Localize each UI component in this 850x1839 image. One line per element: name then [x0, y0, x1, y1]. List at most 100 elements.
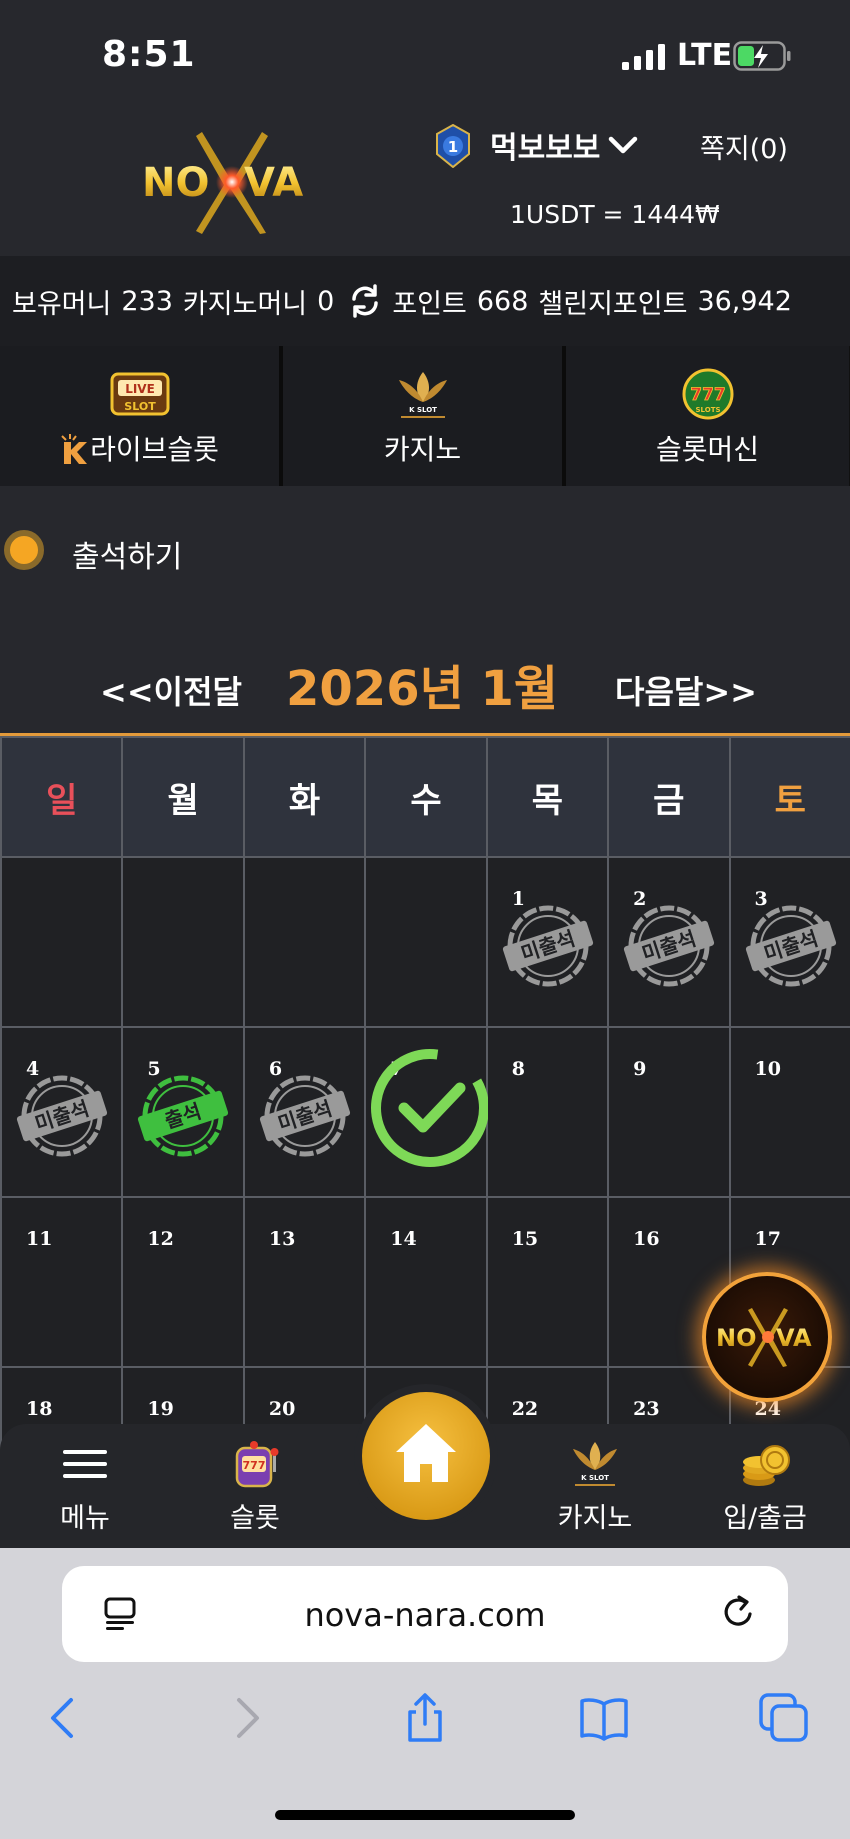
username[interactable]: 먹보보보	[490, 123, 600, 167]
day-number: 13	[268, 1228, 296, 1250]
calendar-day-5[interactable]: 5 출석	[121, 1026, 245, 1198]
svg-text:777: 777	[690, 385, 726, 405]
day-number: 16	[633, 1228, 660, 1250]
calendar-day-7[interactable]: 7	[364, 1026, 490, 1198]
day-number: 19	[147, 1398, 174, 1420]
calendar-day-15[interactable]: 15	[485, 1196, 610, 1368]
next-month-button[interactable]: 다음달>>	[615, 667, 757, 713]
site-header: NO VA 1 먹보보보 쪽지(0) 1USDT = 1444₩	[0, 110, 850, 256]
challenge-point-value: 36,942	[697, 285, 792, 317]
refresh-icon[interactable]	[348, 284, 382, 318]
category-menu: LIVE SLOT 라이브슬롯 K SLOT 카지노 777 SLOTS 슬롯머…	[0, 346, 850, 486]
share-icon[interactable]	[399, 1692, 451, 1744]
svg-text:VA: VA	[776, 1324, 812, 1352]
floating-nova-button[interactable]: NO VA	[702, 1272, 832, 1402]
calendar-day-11[interactable]: 11	[0, 1196, 124, 1368]
stamp-label: 미출석	[639, 926, 699, 966]
casino-money-label: 카지노머니	[182, 288, 308, 320]
svg-text:SLOT: SLOT	[124, 400, 156, 413]
calendar-day-12[interactable]: 12	[121, 1196, 245, 1368]
status-time: 8:51	[102, 34, 196, 75]
weekday-header: 일월화수목금토	[0, 736, 850, 858]
nova-logo-icon: NO VA	[716, 1308, 812, 1367]
nav-slot[interactable]: 777 슬롯	[170, 1424, 340, 1548]
svg-text:SLOTS: SLOTS	[695, 406, 720, 414]
home-icon	[396, 1424, 456, 1482]
stamp-label: 미출석	[761, 926, 821, 966]
category-slot-machine-label: 슬롯머신	[655, 433, 760, 466]
coins-icon	[743, 1445, 790, 1486]
category-live-slot-label: 라이브슬롯	[90, 433, 219, 466]
calendar-day-8[interactable]: 8	[485, 1026, 610, 1198]
calendar-day-3[interactable]: 3 미출석	[728, 856, 850, 1028]
messages-link[interactable]: 쪽지(0)	[700, 127, 788, 166]
calendar-day-2[interactable]: 2 미출석	[607, 856, 731, 1028]
absent-stamp: 미출석	[624, 905, 715, 987]
day-number: 23	[633, 1398, 660, 1420]
challenge-point-label: 챌린지포인트	[538, 288, 688, 320]
absent-stamp: 미출석	[745, 905, 836, 987]
svg-text:K SLOT: K SLOT	[581, 1474, 609, 1482]
reload-icon[interactable]	[720, 1594, 758, 1632]
current-month: 2026년 1월	[286, 661, 559, 717]
calendar-day-6[interactable]: 6 미출석	[242, 1026, 367, 1198]
point-label: 포인트	[392, 288, 467, 320]
battery-charging-icon	[733, 41, 791, 71]
calendar-day-10[interactable]: 10	[728, 1026, 850, 1198]
weekday-2: 화	[242, 736, 367, 858]
slot-machine-icon: 777	[235, 1441, 279, 1488]
category-live-slot[interactable]: LIVE SLOT 라이브슬롯	[0, 346, 283, 486]
attendance-section: 출석하기 <<이전달 2026년 1월 다음달>>	[0, 486, 850, 736]
home-indicator	[275, 1810, 575, 1820]
day-number: 22	[511, 1398, 539, 1420]
casino-money-value: 0	[317, 285, 335, 317]
level-badge-icon: 1	[436, 124, 470, 168]
nav-menu[interactable]: 메뉴	[0, 1424, 170, 1548]
calendar-day-13[interactable]: 13	[242, 1196, 367, 1368]
tabs-icon[interactable]	[758, 1692, 810, 1744]
absent-stamp: 미출석	[502, 905, 593, 987]
day-number: 12	[147, 1228, 174, 1250]
cellular-signal-icon	[622, 44, 665, 70]
calendar-day-4[interactable]: 4 미출석	[0, 1026, 124, 1198]
k-brand-icon	[61, 434, 88, 464]
stamp-label: 미출석	[275, 1096, 335, 1136]
nav-deposit-label: 입/출금	[723, 1503, 807, 1534]
nav-slot-label: 슬롯	[230, 1503, 280, 1534]
category-casino[interactable]: K SLOT 카지노	[283, 346, 566, 486]
address-bar[interactable]: nova-nara.com	[62, 1566, 788, 1662]
balance-bar: 보유머니 233 카지노머니 0 포인트 668 챌린지포인트 36,942	[0, 256, 850, 346]
day-number: 9	[633, 1058, 647, 1080]
nav-casino[interactable]: K SLOT 카지노	[510, 1424, 680, 1548]
svg-text:NO: NO	[142, 160, 209, 206]
url-text: nova-nara.com	[304, 1596, 546, 1634]
calendar-day-14[interactable]: 14	[364, 1196, 488, 1368]
calendar-empty-cell	[121, 856, 245, 1028]
svg-text:NO: NO	[716, 1324, 757, 1352]
calendar-day-1[interactable]: 1 미출석	[485, 856, 610, 1028]
chevron-down-icon[interactable]	[608, 134, 638, 156]
calendar-day-9[interactable]: 9	[607, 1026, 731, 1198]
weekday-4: 목	[485, 736, 610, 858]
category-slot-machine[interactable]: 777 SLOTS 슬롯머신	[566, 346, 849, 486]
category-casino-label: 카지노	[383, 433, 462, 466]
calendar-empty-cell	[0, 856, 124, 1028]
bookmarks-icon[interactable]	[578, 1692, 630, 1744]
weekday-6: 토	[728, 736, 850, 858]
attendance-title: 출석하기	[72, 540, 183, 575]
home-button[interactable]	[362, 1392, 490, 1520]
calendar-empty-cell	[242, 856, 367, 1028]
day-number: 11	[26, 1228, 53, 1250]
stamp-label: 출석	[162, 1099, 204, 1133]
stamp-label: 미출석	[32, 1096, 92, 1136]
back-arrow-icon[interactable]	[38, 1692, 90, 1744]
forward-arrow-icon[interactable]	[220, 1692, 272, 1744]
777-slots-icon: 777 SLOTS	[682, 368, 733, 420]
prev-month-button[interactable]: <<이전달	[100, 667, 242, 713]
nav-deposit-withdraw[interactable]: 입/출금	[680, 1424, 850, 1548]
nova-logo[interactable]: NO VA	[140, 130, 320, 235]
live-slot-icon: LIVE SLOT	[110, 372, 169, 416]
calendar-week: 4 미출석 5 출석 6 미출석 7 8 9 10	[0, 1026, 850, 1198]
nav-casino-label: 카지노	[557, 1503, 633, 1534]
attended-stamp: 출석	[138, 1075, 229, 1157]
